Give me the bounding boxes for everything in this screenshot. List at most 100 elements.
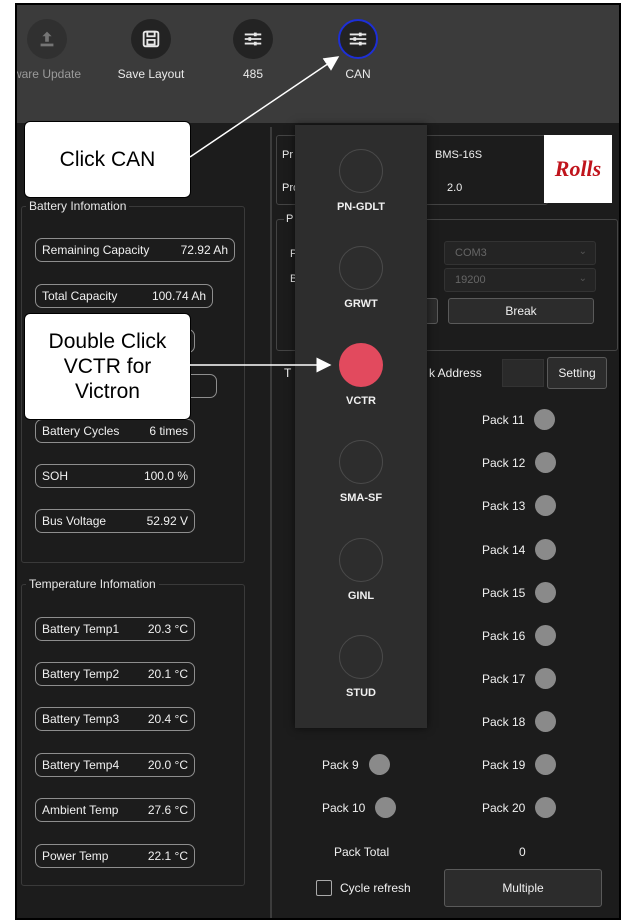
pack-address-input[interactable] bbox=[502, 359, 544, 387]
pack-status-dot bbox=[535, 711, 557, 732]
protocol-label: PN-GDLT bbox=[336, 201, 386, 213]
field-value: 20.1 °C bbox=[147, 667, 188, 681]
protocol-radio bbox=[339, 246, 383, 290]
pack-10: Pack 10 bbox=[322, 797, 397, 818]
pack-address-title-fragment: T bbox=[284, 366, 292, 380]
pack-label: Pack 18 bbox=[482, 714, 526, 729]
product-model: BMS-16S bbox=[435, 149, 483, 161]
field-label: Bus Voltage bbox=[42, 514, 107, 528]
protocol-grwt[interactable]: GRWT bbox=[295, 246, 427, 310]
protocol-stud[interactable]: STUD bbox=[295, 635, 427, 699]
pack-label: Pack 17 bbox=[482, 671, 526, 686]
pack-14: Pack 14 bbox=[482, 539, 557, 560]
protocol-sma-sf[interactable]: SMA-SF bbox=[295, 440, 427, 504]
callout-line: VCTR for bbox=[63, 354, 152, 378]
field-label: Power Temp bbox=[42, 849, 109, 863]
protocol-radio bbox=[339, 538, 383, 582]
field-value: 52.92 V bbox=[146, 514, 188, 528]
remaining-capacity-field: Remaining Capacity 72.92 Ah bbox=[35, 238, 235, 262]
multiple-button[interactable]: Multiple bbox=[444, 869, 602, 907]
protocol-pn-gdlt[interactable]: PN-GDLT bbox=[295, 149, 427, 213]
cycle-refresh-checkbox[interactable] bbox=[316, 880, 332, 896]
field-label: Battery Temp3 bbox=[42, 712, 120, 726]
pack-total-value: 0 bbox=[519, 845, 526, 859]
pack-status-dot bbox=[535, 452, 557, 473]
protocol-label: SMA-SF bbox=[339, 492, 383, 504]
pack-label: Pack 9 bbox=[322, 757, 359, 772]
bus-voltage-field: Bus Voltage 52.92 V bbox=[35, 509, 195, 533]
power-temp-field: Power Temp 22.1 °C bbox=[35, 844, 195, 868]
can-button[interactable]: CAN bbox=[308, 19, 408, 81]
pack-15: Pack 15 bbox=[482, 582, 557, 603]
product-label-fragment: Pr bbox=[282, 149, 293, 161]
total-capacity-field: Total Capacity 100.74 Ah bbox=[35, 284, 213, 308]
field-value: 20.3 °C bbox=[147, 622, 188, 636]
battery-temp1-field: Battery Temp1 20.3 °C bbox=[35, 617, 195, 641]
logo-text: Rolls bbox=[554, 156, 602, 181]
pack-status-dot bbox=[534, 409, 556, 430]
protocol-radio bbox=[339, 149, 383, 193]
port-value: COM3 bbox=[455, 247, 487, 259]
pack-12: Pack 12 bbox=[482, 452, 557, 473]
left-panel: Battery Infomation Remaining Capacity 72… bbox=[17, 171, 265, 918]
multiple-label: Multiple bbox=[502, 881, 544, 895]
port-title-fragment: P bbox=[284, 213, 296, 225]
firmware-update-label: ware Update bbox=[15, 67, 82, 81]
pack-status-dot bbox=[535, 668, 557, 689]
rs485-button[interactable]: 485 bbox=[203, 19, 303, 81]
pack-20: Pack 20 bbox=[482, 797, 557, 818]
pack-status-dot bbox=[535, 754, 557, 775]
protocol-label: VCTR bbox=[346, 395, 376, 407]
rs485-label: 485 bbox=[242, 67, 264, 81]
protocol-vctr[interactable]: VCTR bbox=[295, 343, 427, 407]
can-label: CAN bbox=[345, 67, 371, 81]
save-layout-label: Save Layout bbox=[117, 67, 185, 81]
break-button[interactable]: Break bbox=[448, 298, 594, 324]
pack-13: Pack 13 bbox=[482, 495, 557, 516]
save-layout-button[interactable]: Save Layout bbox=[101, 19, 201, 81]
protocol-radio bbox=[339, 440, 383, 484]
pack-label: Pack 19 bbox=[482, 757, 526, 772]
field-value: 100.74 Ah bbox=[151, 289, 206, 303]
pack-label: Pack 12 bbox=[482, 455, 526, 470]
protocol-label: GINL bbox=[347, 590, 375, 602]
field-value: 72.92 Ah bbox=[180, 243, 228, 257]
pack-18: Pack 18 bbox=[482, 711, 557, 732]
field-label: Ambient Temp bbox=[42, 803, 119, 817]
callout-line: Victron bbox=[75, 380, 140, 404]
pack-11: Pack 11 bbox=[482, 409, 556, 430]
temperature-info-title: Temperature Infomation bbox=[26, 577, 159, 591]
can-protocol-dropdown: PN-GDLT GRWT VCTR SMA-SF GINL STUD bbox=[295, 125, 427, 728]
field-value: 100.0 % bbox=[143, 469, 188, 483]
soh-field: SOH 100.0 % bbox=[35, 464, 195, 488]
battery-temp4-field: Battery Temp4 20.0 °C bbox=[35, 753, 195, 777]
pack-status-dot bbox=[535, 625, 557, 646]
field-value: 20.4 °C bbox=[147, 712, 188, 726]
rolls-logo: Rolls bbox=[544, 135, 612, 203]
battery-cycles-field: Battery Cycles 6 times bbox=[35, 419, 195, 443]
firmware-update-button[interactable]: ware Update bbox=[15, 19, 97, 81]
baud-select[interactable]: 19200 ⌄ bbox=[444, 268, 596, 292]
pack-label: Pack 16 bbox=[482, 628, 526, 643]
field-value: 20.0 °C bbox=[147, 758, 188, 772]
field-value: 27.6 °C bbox=[147, 803, 188, 817]
pack-19: Pack 19 bbox=[482, 754, 557, 775]
pack-label: Pack 20 bbox=[482, 800, 526, 815]
ambient-temp-field: Ambient Temp 27.6 °C bbox=[35, 798, 195, 822]
pack-total-label: Pack Total bbox=[334, 845, 390, 859]
break-label: Break bbox=[505, 304, 537, 318]
port-select[interactable]: COM3 ⌄ bbox=[444, 241, 596, 265]
pack-status-dot bbox=[535, 495, 557, 516]
field-label: Battery Cycles bbox=[42, 424, 120, 438]
protocol-ginl[interactable]: GINL bbox=[295, 538, 427, 602]
double-click-vctr-callout: Double Click VCTR for Victron bbox=[24, 313, 191, 420]
click-can-callout: Click CAN bbox=[24, 121, 191, 198]
chevron-down-icon: ⌄ bbox=[578, 273, 587, 284]
callout-text: Click CAN bbox=[59, 147, 156, 171]
setting-button[interactable]: Setting bbox=[547, 357, 607, 389]
pack-status-dot bbox=[535, 539, 557, 560]
protocol-label: GRWT bbox=[344, 298, 378, 310]
chevron-down-icon: ⌄ bbox=[578, 246, 587, 257]
protocol-radio bbox=[339, 635, 383, 679]
pack-label: Pack 11 bbox=[482, 412, 525, 427]
